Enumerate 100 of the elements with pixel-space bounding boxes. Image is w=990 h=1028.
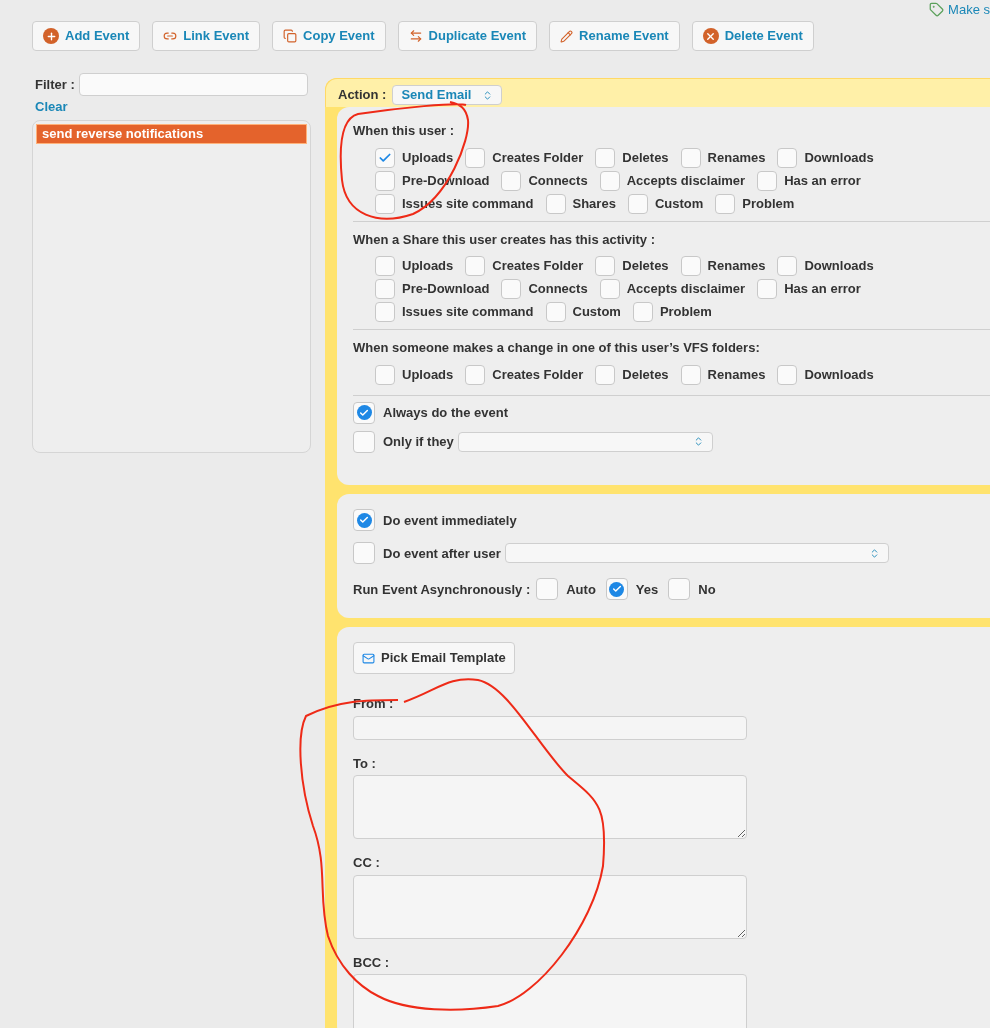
- checkbox[interactable]: [375, 302, 395, 322]
- dropdown-select[interactable]: Send Email: [392, 85, 503, 105]
- checkbox[interactable]: [777, 147, 798, 168]
- checkbox-label: Custom: [572, 303, 621, 322]
- checkbox[interactable]: [627, 193, 648, 214]
- checkbox[interactable]: [632, 302, 653, 322]
- pencil-icon: [560, 29, 574, 43]
- filter-label: Filter :: [35, 75, 75, 94]
- option-label: Only if they: [383, 432, 454, 451]
- checkbox-label: Issues site command: [402, 303, 534, 322]
- checkbox[interactable]: [777, 256, 798, 276]
- checkbox[interactable]: [757, 279, 778, 299]
- option-label: No: [698, 580, 716, 599]
- field-label: BCC :: [353, 953, 391, 972]
- checkbox-label: Creates Folder: [492, 148, 584, 167]
- checkbox[interactable]: [595, 256, 616, 276]
- action-label: Action :: [338, 86, 387, 105]
- toolbar-button[interactable]: Rename Event: [549, 21, 680, 51]
- toolbar-button[interactable]: Duplicate Event: [397, 21, 538, 51]
- option-label: Auto: [566, 580, 596, 599]
- checkbox[interactable]: [375, 256, 395, 276]
- checkbox[interactable]: [545, 193, 566, 214]
- filter-field[interactable]: [78, 73, 308, 96]
- checkbox-label: Custom: [654, 194, 704, 213]
- checkbox[interactable]: [599, 279, 620, 299]
- radio-checkbox[interactable]: [353, 542, 375, 565]
- checkbox[interactable]: [777, 364, 798, 385]
- checkbox-label: Deletes: [622, 365, 669, 384]
- checkbox[interactable]: [375, 170, 395, 191]
- checkbox-label: Creates Folder: [492, 257, 584, 276]
- radio-checkbox[interactable]: [353, 509, 375, 532]
- radio-checkbox[interactable]: [536, 578, 559, 601]
- checkbox-label: Renames: [707, 365, 766, 384]
- checkbox[interactable]: [595, 364, 616, 385]
- dropdown-select[interactable]: [457, 431, 713, 452]
- make-link[interactable]: Make s: [948, 0, 990, 20]
- checkbox-label: Renames: [707, 257, 766, 276]
- checkbox-label: Uploads: [402, 148, 454, 167]
- pick-template-button[interactable]: Pick Email Template: [353, 642, 515, 674]
- plus-icon: [43, 28, 59, 44]
- checkbox[interactable]: [375, 279, 395, 299]
- copy-icon: [283, 29, 298, 43]
- toolbar-button[interactable]: Copy Event: [272, 21, 386, 51]
- field-label: To :: [353, 754, 377, 773]
- checkbox[interactable]: [757, 170, 778, 191]
- checkbox[interactable]: [680, 147, 701, 168]
- tag-icon: [929, 2, 945, 18]
- radio-checkbox[interactable]: [353, 430, 375, 453]
- checkbox[interactable]: [465, 364, 486, 385]
- checkbox-label: Downloads: [804, 148, 874, 167]
- radio-checkbox[interactable]: [668, 578, 691, 601]
- link-icon: [163, 29, 178, 43]
- envelope-icon: [362, 651, 375, 665]
- checkbox-label: Creates Folder: [492, 365, 584, 384]
- checkbox-label: Has an error: [784, 171, 861, 190]
- swap-arrows-icon: [408, 29, 423, 43]
- checkbox[interactable]: [599, 170, 620, 191]
- checkbox[interactable]: [680, 364, 701, 385]
- checkbox-label: Downloads: [804, 257, 874, 276]
- group-heading: When this user :: [353, 122, 456, 140]
- group-heading: When someone makes a change in one of this user’s VFS folders:: [353, 339, 761, 357]
- option-label: Yes: [635, 580, 659, 599]
- text-area[interactable]: [353, 775, 747, 839]
- checkbox[interactable]: [465, 147, 486, 168]
- checkbox-label: Shares: [572, 194, 616, 213]
- checkbox[interactable]: [375, 147, 395, 168]
- checkbox-label: Renames: [707, 148, 766, 167]
- checkbox-label: Downloads: [804, 365, 874, 384]
- checkbox[interactable]: [680, 256, 701, 276]
- checkbox[interactable]: [465, 256, 486, 276]
- radio-checkbox[interactable]: [605, 578, 628, 601]
- text-area[interactable]: [353, 874, 747, 939]
- checkbox[interactable]: [715, 193, 736, 214]
- checkbox-label: Problem: [659, 303, 712, 322]
- text-field[interactable]: [353, 715, 747, 740]
- checkbox[interactable]: [501, 170, 522, 191]
- checkbox[interactable]: [375, 364, 395, 385]
- dropdown-select[interactable]: [504, 543, 889, 564]
- toolbar-button[interactable]: Link Event: [152, 21, 261, 51]
- field-label: CC :: [353, 854, 381, 872]
- text-area[interactable]: [353, 974, 747, 1028]
- checkbox-label: Deletes: [622, 148, 669, 167]
- checkbox-label: Uploads: [402, 365, 454, 384]
- delete-icon: [702, 28, 719, 44]
- checkbox[interactable]: [595, 147, 616, 168]
- checkbox-label: Uploads: [402, 257, 454, 276]
- event-list-item[interactable]: send reverse notifications: [36, 123, 307, 144]
- toolbar-button[interactable]: Delete Event: [691, 21, 814, 51]
- checkbox[interactable]: [501, 279, 522, 299]
- checkbox[interactable]: [545, 302, 566, 322]
- radio-checkbox[interactable]: [353, 401, 375, 424]
- clear-link[interactable]: Clear: [32, 97, 311, 117]
- checkbox-label: Connects: [528, 171, 588, 190]
- checkbox-label: Accepts disclaimer: [626, 171, 746, 190]
- checkbox-label: Has an error: [784, 280, 861, 299]
- toolbar-button[interactable]: Add Event: [32, 21, 141, 51]
- checkbox[interactable]: [375, 193, 395, 214]
- checkbox-label: Pre-Download: [402, 280, 490, 299]
- checkbox-label: Deletes: [622, 257, 669, 276]
- checkbox-label: Accepts disclaimer: [626, 280, 746, 299]
